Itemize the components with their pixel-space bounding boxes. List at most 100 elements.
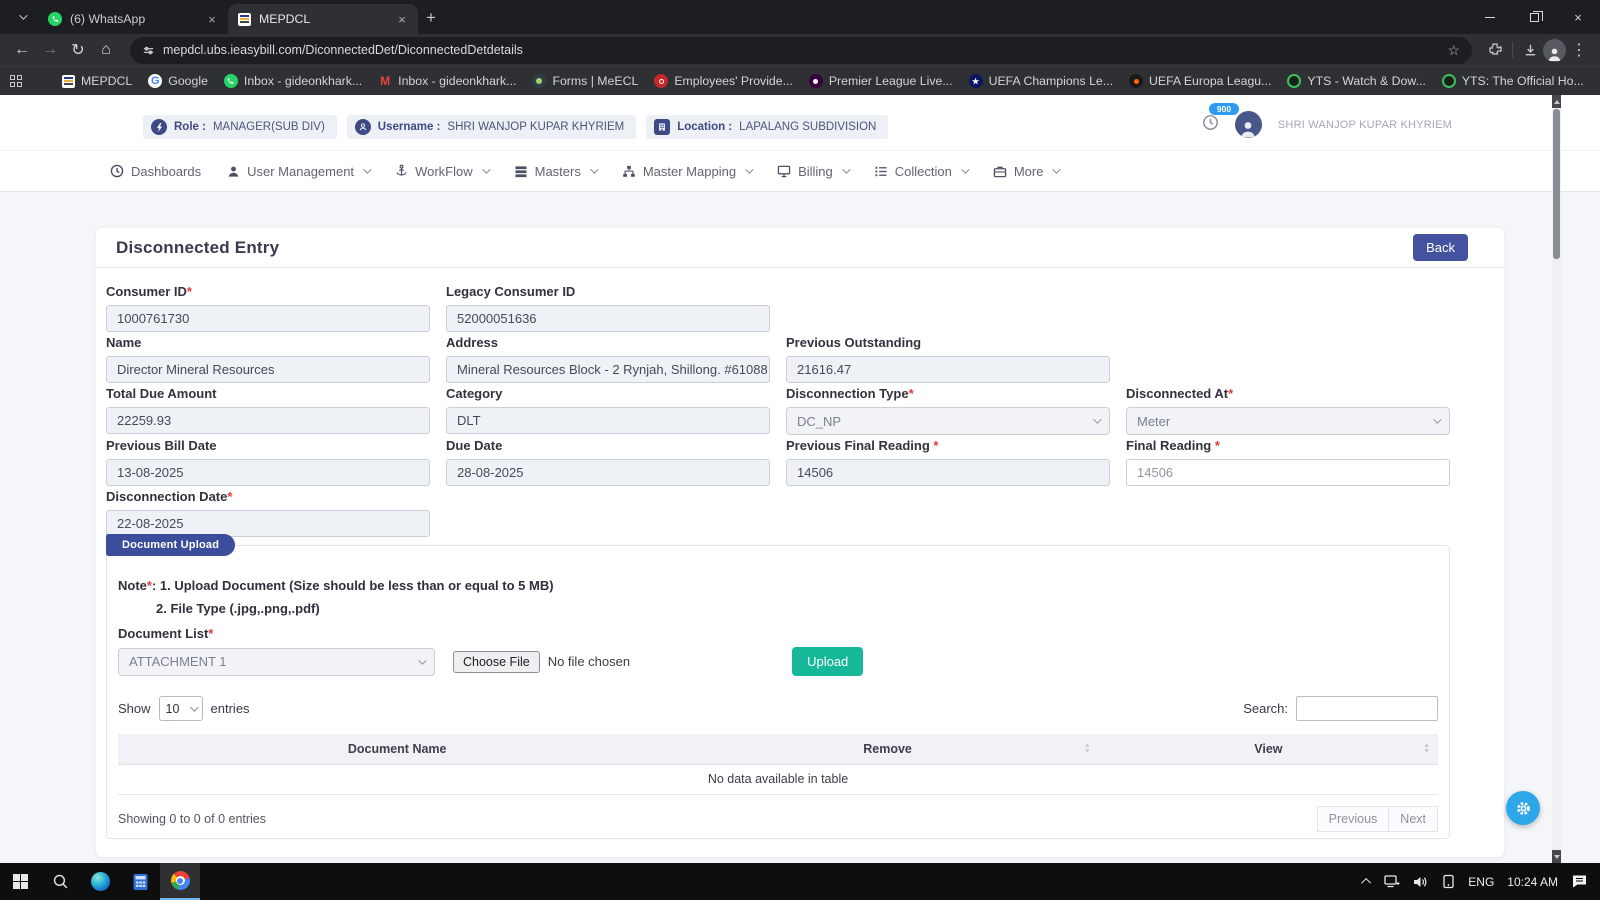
disconnected-entry-card: Disconnected Entry Back Consumer ID* 100… — [96, 228, 1504, 857]
gear-icon — [1516, 801, 1530, 815]
bookmark-item[interactable]: Employees' Provide... — [654, 74, 793, 88]
document-list-select[interactable]: ATTACHMENT 1 — [118, 647, 435, 676]
address-input: Mineral Resources Block - 2 Rynjah, Shil… — [446, 356, 770, 383]
building-icon — [654, 119, 671, 135]
notification-clock[interactable]: 900 — [1202, 102, 1240, 136]
tab-close-icon[interactable]: × — [204, 11, 220, 27]
tab-mepdcl[interactable]: MEPDCL × — [228, 4, 418, 34]
search-input[interactable] — [1296, 696, 1438, 721]
tab-close-icon[interactable]: × — [394, 11, 410, 27]
dashboard-icon — [110, 164, 124, 178]
nav-user-management[interactable]: User Management — [227, 164, 372, 179]
choose-file-button[interactable]: Choose File — [453, 650, 540, 673]
profile-avatar[interactable] — [1234, 111, 1262, 138]
nav-masters[interactable]: Masters — [514, 164, 599, 179]
taskbar-search-button[interactable] — [40, 863, 80, 900]
bookmark-item[interactable]: YTS - Watch & Dow... — [1287, 74, 1426, 88]
location-badge: Location : LAPALANG SUBDIVISION — [646, 115, 889, 139]
taskbar-app-button[interactable] — [120, 863, 160, 900]
tray-expand-icon[interactable] — [1361, 877, 1372, 888]
tab-whatsapp[interactable]: (6) WhatsApp × — [38, 4, 228, 34]
scroll-up-arrow[interactable] — [1552, 95, 1561, 108]
previous-outstanding-input: 21616.47 — [786, 356, 1110, 383]
windows-taskbar: ENG 10:24 AM — [0, 863, 1600, 900]
nav-workflow[interactable]: WorkFlow — [395, 164, 491, 179]
username-badge: Username : SHRI WANJOP KUPAR KHYRIEM — [346, 115, 637, 139]
clock-time[interactable]: 10:24 AM — [1507, 875, 1558, 889]
field-disconnected-at: Disconnected At* Meter — [1126, 386, 1450, 435]
disconnected-at-select[interactable]: Meter — [1126, 407, 1450, 435]
bookmark-item[interactable]: Forms | MeECL — [532, 74, 638, 88]
gmail-favicon: M — [380, 74, 391, 88]
final-reading-input[interactable]: 14506 — [1126, 459, 1450, 486]
field-previous-final-reading: Previous Final Reading * 14506 — [786, 438, 1110, 486]
edge-icon — [90, 872, 110, 891]
scroll-down-arrow[interactable] — [1552, 850, 1561, 863]
field-consumer-id: Consumer ID* 1000761730 — [106, 284, 430, 332]
file-input[interactable]: Choose File No file chosen — [453, 650, 630, 673]
home-icon[interactable]: ⌂ — [92, 41, 120, 59]
settings-fab[interactable] — [1506, 791, 1540, 825]
bookmark-item[interactable]: Inbox - gideonkhark... — [223, 74, 362, 88]
bookmark-item[interactable]: YTS: The Official Ho... — [1441, 74, 1584, 88]
taskbar-chrome-button[interactable] — [160, 863, 200, 900]
scrollbar-thumb[interactable] — [1553, 109, 1560, 259]
apps-grid-icon[interactable] — [10, 75, 22, 87]
volume-icon[interactable] — [1413, 875, 1429, 889]
monitor-icon — [777, 165, 791, 177]
bookmark-item[interactable]: ★ UEFA Champions Le... — [968, 74, 1113, 88]
disconnection-type-select[interactable]: DC_NP — [786, 407, 1110, 435]
back-button[interactable]: Back — [1413, 234, 1468, 261]
start-button[interactable] — [0, 863, 40, 900]
reload-icon[interactable]: ↻ — [64, 40, 92, 60]
browser-tab-strip: (6) WhatsApp × MEPDCL × + × — [0, 0, 1600, 34]
network-icon[interactable] — [1384, 874, 1400, 889]
previous-page-button[interactable]: Previous — [1316, 805, 1390, 832]
main-nav: Dashboards User Management WorkFlow Mast… — [0, 150, 1600, 192]
profile-avatar-icon[interactable] — [1543, 38, 1566, 62]
nav-collection[interactable]: Collection — [874, 164, 970, 179]
layers-icon — [515, 165, 527, 177]
extensions-icon[interactable] — [1482, 43, 1508, 57]
language-indicator[interactable]: ENG — [1468, 875, 1494, 889]
column-remove[interactable]: Remove ▲ ▼ — [676, 734, 1099, 765]
whatsapp-favicon — [48, 12, 62, 26]
nav-master-mapping[interactable]: Master Mapping — [622, 164, 754, 179]
action-center-icon[interactable] — [1571, 874, 1588, 889]
downloads-icon[interactable] — [1517, 43, 1543, 58]
tab-search-button[interactable] — [8, 4, 34, 30]
address-bar[interactable]: mepdcl.ubs.ieasybill.com/DiconnectedDet/… — [130, 36, 1472, 64]
next-page-button[interactable]: Next — [1388, 805, 1438, 832]
window-minimize-button[interactable] — [1468, 0, 1512, 34]
bookmark-item[interactable]: Premier League Live... — [808, 74, 953, 88]
column-view[interactable]: View ▲ ▼ — [1098, 734, 1438, 765]
bookmark-item[interactable]: MEPDCL — [62, 74, 132, 88]
upload-note-line2: 2. File Type (.jpg,.png,.pdf) — [156, 601, 320, 616]
back-nav-icon[interactable]: ← — [8, 41, 36, 59]
taskbar-edge-button[interactable] — [80, 863, 120, 900]
column-document-name[interactable]: Document Name — [118, 734, 677, 765]
page-scrollbar[interactable] — [1552, 95, 1561, 863]
forward-nav-icon[interactable]: → — [36, 41, 64, 59]
window-restore-button[interactable] — [1512, 0, 1556, 34]
field-address: Address Mineral Resources Block - 2 Rynj… — [446, 335, 770, 383]
user-icon — [228, 166, 239, 177]
nav-more[interactable]: More — [993, 164, 1062, 179]
bookmark-star-icon[interactable]: ☆ — [1447, 42, 1460, 59]
new-tab-button[interactable]: + — [426, 8, 436, 28]
window-close-button[interactable]: × — [1556, 0, 1600, 34]
browser-menu-icon[interactable]: ⋮ — [1566, 40, 1592, 60]
rotation-lock-icon[interactable] — [1442, 874, 1455, 889]
epf-favicon — [654, 74, 669, 88]
nav-dashboards[interactable]: Dashboards — [110, 164, 201, 179]
document-upload-section: Document Upload Note*: 1. Upload Documen… — [106, 534, 1450, 839]
bookmark-item[interactable]: UEFA Europa Leagu... — [1129, 74, 1271, 88]
site-info-icon[interactable] — [142, 44, 155, 57]
bookmark-item[interactable]: M Inbox - gideonkhark... Inbox - gideonk… — [378, 74, 516, 88]
bookmark-item[interactable]: G Google — [148, 74, 208, 88]
nav-billing[interactable]: Billing — [777, 164, 851, 179]
page-size-select[interactable]: 10 — [158, 696, 203, 721]
field-disconnection-type: Disconnection Type* DC_NP — [786, 386, 1110, 435]
upload-button[interactable]: Upload — [792, 647, 864, 676]
meecl-forms-favicon — [532, 74, 547, 88]
